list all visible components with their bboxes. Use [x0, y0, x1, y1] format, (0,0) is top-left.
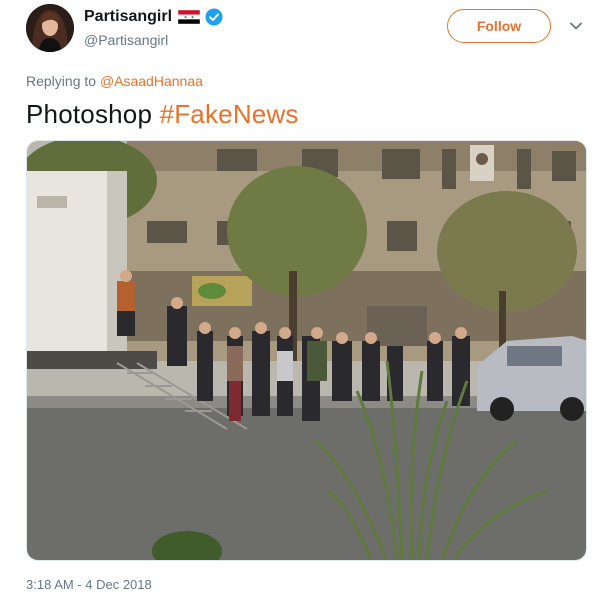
chevron-down-icon[interactable]	[569, 19, 583, 33]
verified-badge-icon	[205, 8, 223, 26]
tweet-photo[interactable]	[26, 140, 587, 561]
hashtag-link[interactable]: #FakeNews	[160, 99, 299, 129]
street-scene-photo	[27, 141, 586, 560]
follow-button[interactable]: Follow	[447, 9, 551, 43]
user-handle[interactable]: @Partisangirl	[84, 32, 168, 48]
syria-flag-icon	[177, 9, 201, 25]
tweet-body-text: Photoshop	[26, 99, 160, 129]
name-row: Partisangirl	[84, 8, 223, 26]
tweet-header: Partisangirl @Partisangirl Follow	[0, 0, 600, 60]
tweet-timestamp[interactable]: 3:18 AM - 4 Dec 2018	[26, 577, 152, 592]
tweet-text: Photoshop #FakeNews	[26, 99, 299, 130]
avatar-image	[26, 4, 74, 52]
replying-to-label: Replying to	[26, 73, 100, 89]
avatar[interactable]	[26, 4, 74, 52]
replying-to: Replying to @AsaadHannaa	[26, 73, 203, 89]
reply-mention-link[interactable]: @AsaadHannaa	[100, 73, 203, 89]
display-name[interactable]: Partisangirl	[84, 8, 172, 26]
